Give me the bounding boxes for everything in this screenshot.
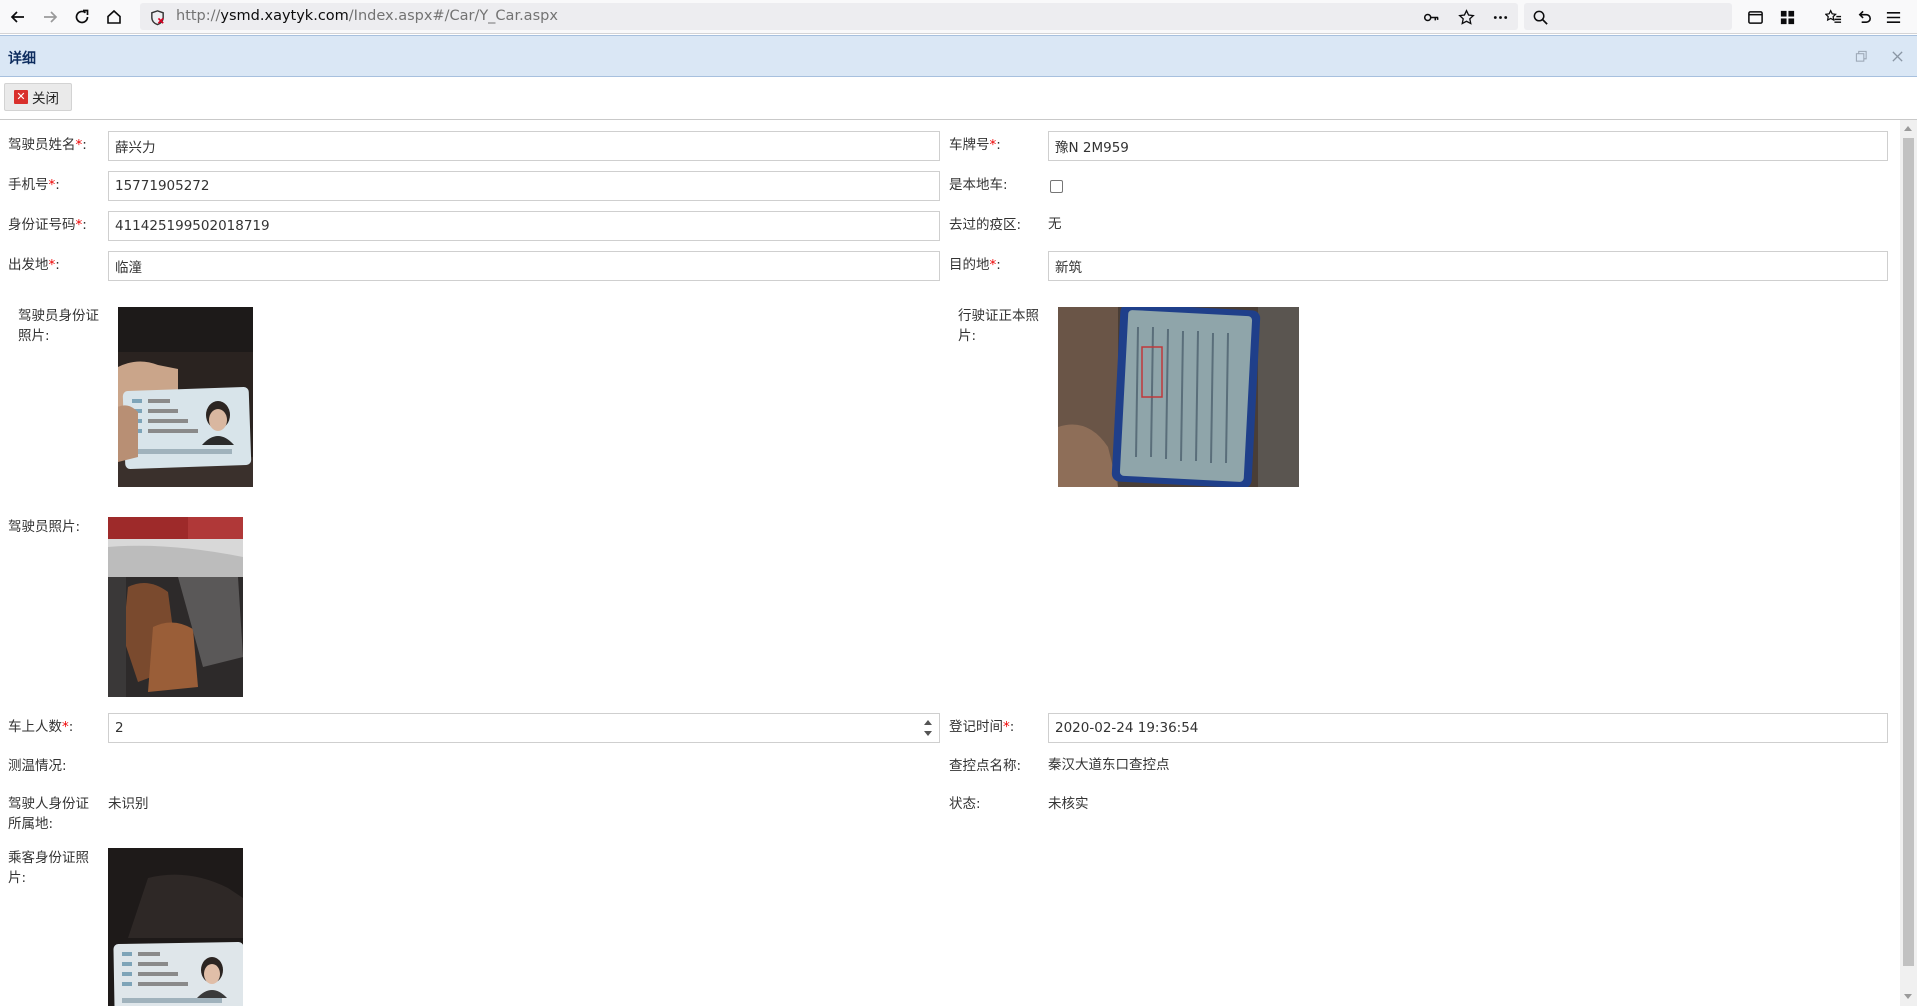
undo-icon[interactable]	[1853, 6, 1875, 28]
driver-id-photo-label: 驾驶员身份证照片:	[18, 308, 99, 344]
plate-no-label: 车牌号*:	[949, 135, 1001, 155]
key-icon[interactable]	[1421, 7, 1441, 27]
close-button-label: 关闭	[32, 91, 59, 107]
number-spinner[interactable]	[921, 714, 935, 742]
close-window-icon[interactable]	[1888, 47, 1906, 65]
driver-photo-label: 驾驶员照片:	[8, 519, 81, 535]
id-origin-label: 驾驶人身份证所属地:	[8, 796, 89, 832]
insecure-connection-icon[interactable]	[147, 7, 167, 27]
destination-label: 目的地*:	[949, 255, 1001, 275]
url-host: ysmd.xaytyk.com	[220, 8, 349, 24]
id-origin-value: 未识别	[108, 796, 149, 812]
pocket-library-icon[interactable]	[1744, 6, 1766, 28]
register-time-label-text: 登记时间	[949, 719, 1003, 735]
dialog-title: 详细	[8, 51, 36, 67]
scroll-down-arrow-icon[interactable]	[1904, 994, 1912, 999]
driver-name-label-text: 驾驶员姓名	[8, 137, 76, 153]
register-time-label: 登记时间*:	[949, 717, 1014, 737]
required-mark: *	[1003, 719, 1010, 735]
id-number-label: 身份证号码*:	[8, 215, 87, 235]
required-mark: *	[62, 719, 69, 735]
id-number-input[interactable]	[108, 211, 940, 241]
visited-area-value: 无	[1048, 216, 1062, 232]
url-text: http://ysmd.xaytyk.com/Index.aspx#/Car/Y…	[176, 8, 558, 24]
dialog-header: 详细	[0, 35, 1917, 77]
driver-name-input[interactable]	[108, 131, 940, 161]
favorites-list-icon[interactable]	[1822, 6, 1844, 28]
origin-input[interactable]	[108, 251, 940, 281]
driver-photo[interactable]	[108, 517, 243, 697]
label-colon: :	[55, 257, 60, 273]
origin-label-text: 出发地	[8, 257, 49, 273]
more-actions-icon[interactable]	[1490, 7, 1510, 27]
address-bar[interactable]: http://ysmd.xaytyk.com/Index.aspx#/Car/Y…	[140, 3, 1518, 30]
url-scheme: http://	[176, 8, 221, 24]
temperature-label: 测温情况:	[8, 758, 67, 774]
phone-input[interactable]	[108, 171, 940, 201]
home-icon[interactable]	[102, 5, 126, 29]
phone-label: 手机号*:	[8, 175, 60, 195]
destination-input[interactable]	[1048, 251, 1888, 281]
restore-window-icon[interactable]	[1852, 47, 1870, 65]
bookmark-star-icon[interactable]	[1456, 7, 1476, 27]
plate-no-input[interactable]	[1048, 131, 1888, 161]
label-colon: :	[55, 177, 60, 193]
passenger-id-photo[interactable]	[108, 848, 243, 1006]
passenger-count-label: 车上人数*:	[8, 717, 73, 737]
search-icon	[1530, 7, 1550, 27]
label-colon: :	[82, 137, 87, 153]
checkpoint-value: 秦汉大道东口查控点	[1048, 757, 1170, 773]
search-bar[interactable]	[1524, 3, 1732, 30]
back-arrow-icon[interactable]	[6, 5, 30, 29]
label-colon: :	[996, 257, 1001, 273]
vertical-scrollbar[interactable]	[1900, 120, 1917, 1006]
is-local-label: 是本地车:	[949, 177, 1008, 193]
passenger-id-photo-label: 乘客身份证照片:	[8, 850, 89, 886]
scrollbar-thumb[interactable]	[1903, 138, 1914, 966]
license-photo-label: 行驶证正本照片:	[958, 308, 1039, 344]
destination-label-text: 目的地	[949, 257, 990, 273]
is-local-checkbox[interactable]	[1050, 180, 1063, 193]
license-photo[interactable]	[1058, 307, 1299, 487]
close-button[interactable]: ✕ 关闭	[4, 83, 72, 111]
label-colon: :	[82, 217, 87, 233]
scroll-up-arrow-icon[interactable]	[1904, 126, 1912, 131]
menu-hamburger-icon[interactable]	[1882, 6, 1904, 28]
label-colon: :	[996, 137, 1001, 153]
checkpoint-label: 查控点名称:	[949, 758, 1022, 774]
label-colon: :	[68, 719, 74, 735]
close-x-icon: ✕	[14, 90, 28, 104]
dialog-toolbar: ✕ 关闭	[0, 77, 1917, 120]
plate-no-label-text: 车牌号	[949, 137, 990, 153]
driver-id-photo[interactable]	[118, 307, 253, 487]
passenger-count-label-text: 车上人数	[8, 719, 62, 735]
browser-toolbar: http://ysmd.xaytyk.com/Index.aspx#/Car/Y…	[0, 0, 1917, 34]
forward-arrow-icon[interactable]	[38, 5, 62, 29]
register-time-input[interactable]	[1048, 713, 1888, 743]
id-number-label-text: 身份证号码	[8, 217, 76, 233]
status-label: 状态:	[949, 796, 981, 812]
phone-label-text: 手机号	[8, 177, 49, 193]
reload-icon[interactable]	[70, 5, 94, 29]
driver-name-label: 驾驶员姓名*:	[8, 135, 87, 155]
visited-area-label: 去过的疫区:	[949, 217, 1022, 233]
detail-form: 驾驶员姓名*: 车牌号*: 手机号*: 是本地车: 身份证号码*: 去过的疫区:…	[0, 120, 1900, 1006]
label-colon: :	[1009, 719, 1015, 735]
grid-apps-icon[interactable]	[1776, 6, 1798, 28]
status-value: 未核实	[1048, 796, 1089, 812]
origin-label: 出发地*:	[8, 255, 60, 275]
url-path: /Index.aspx#/Car/Y_Car.aspx	[348, 8, 558, 24]
passenger-count-input[interactable]	[108, 713, 940, 743]
